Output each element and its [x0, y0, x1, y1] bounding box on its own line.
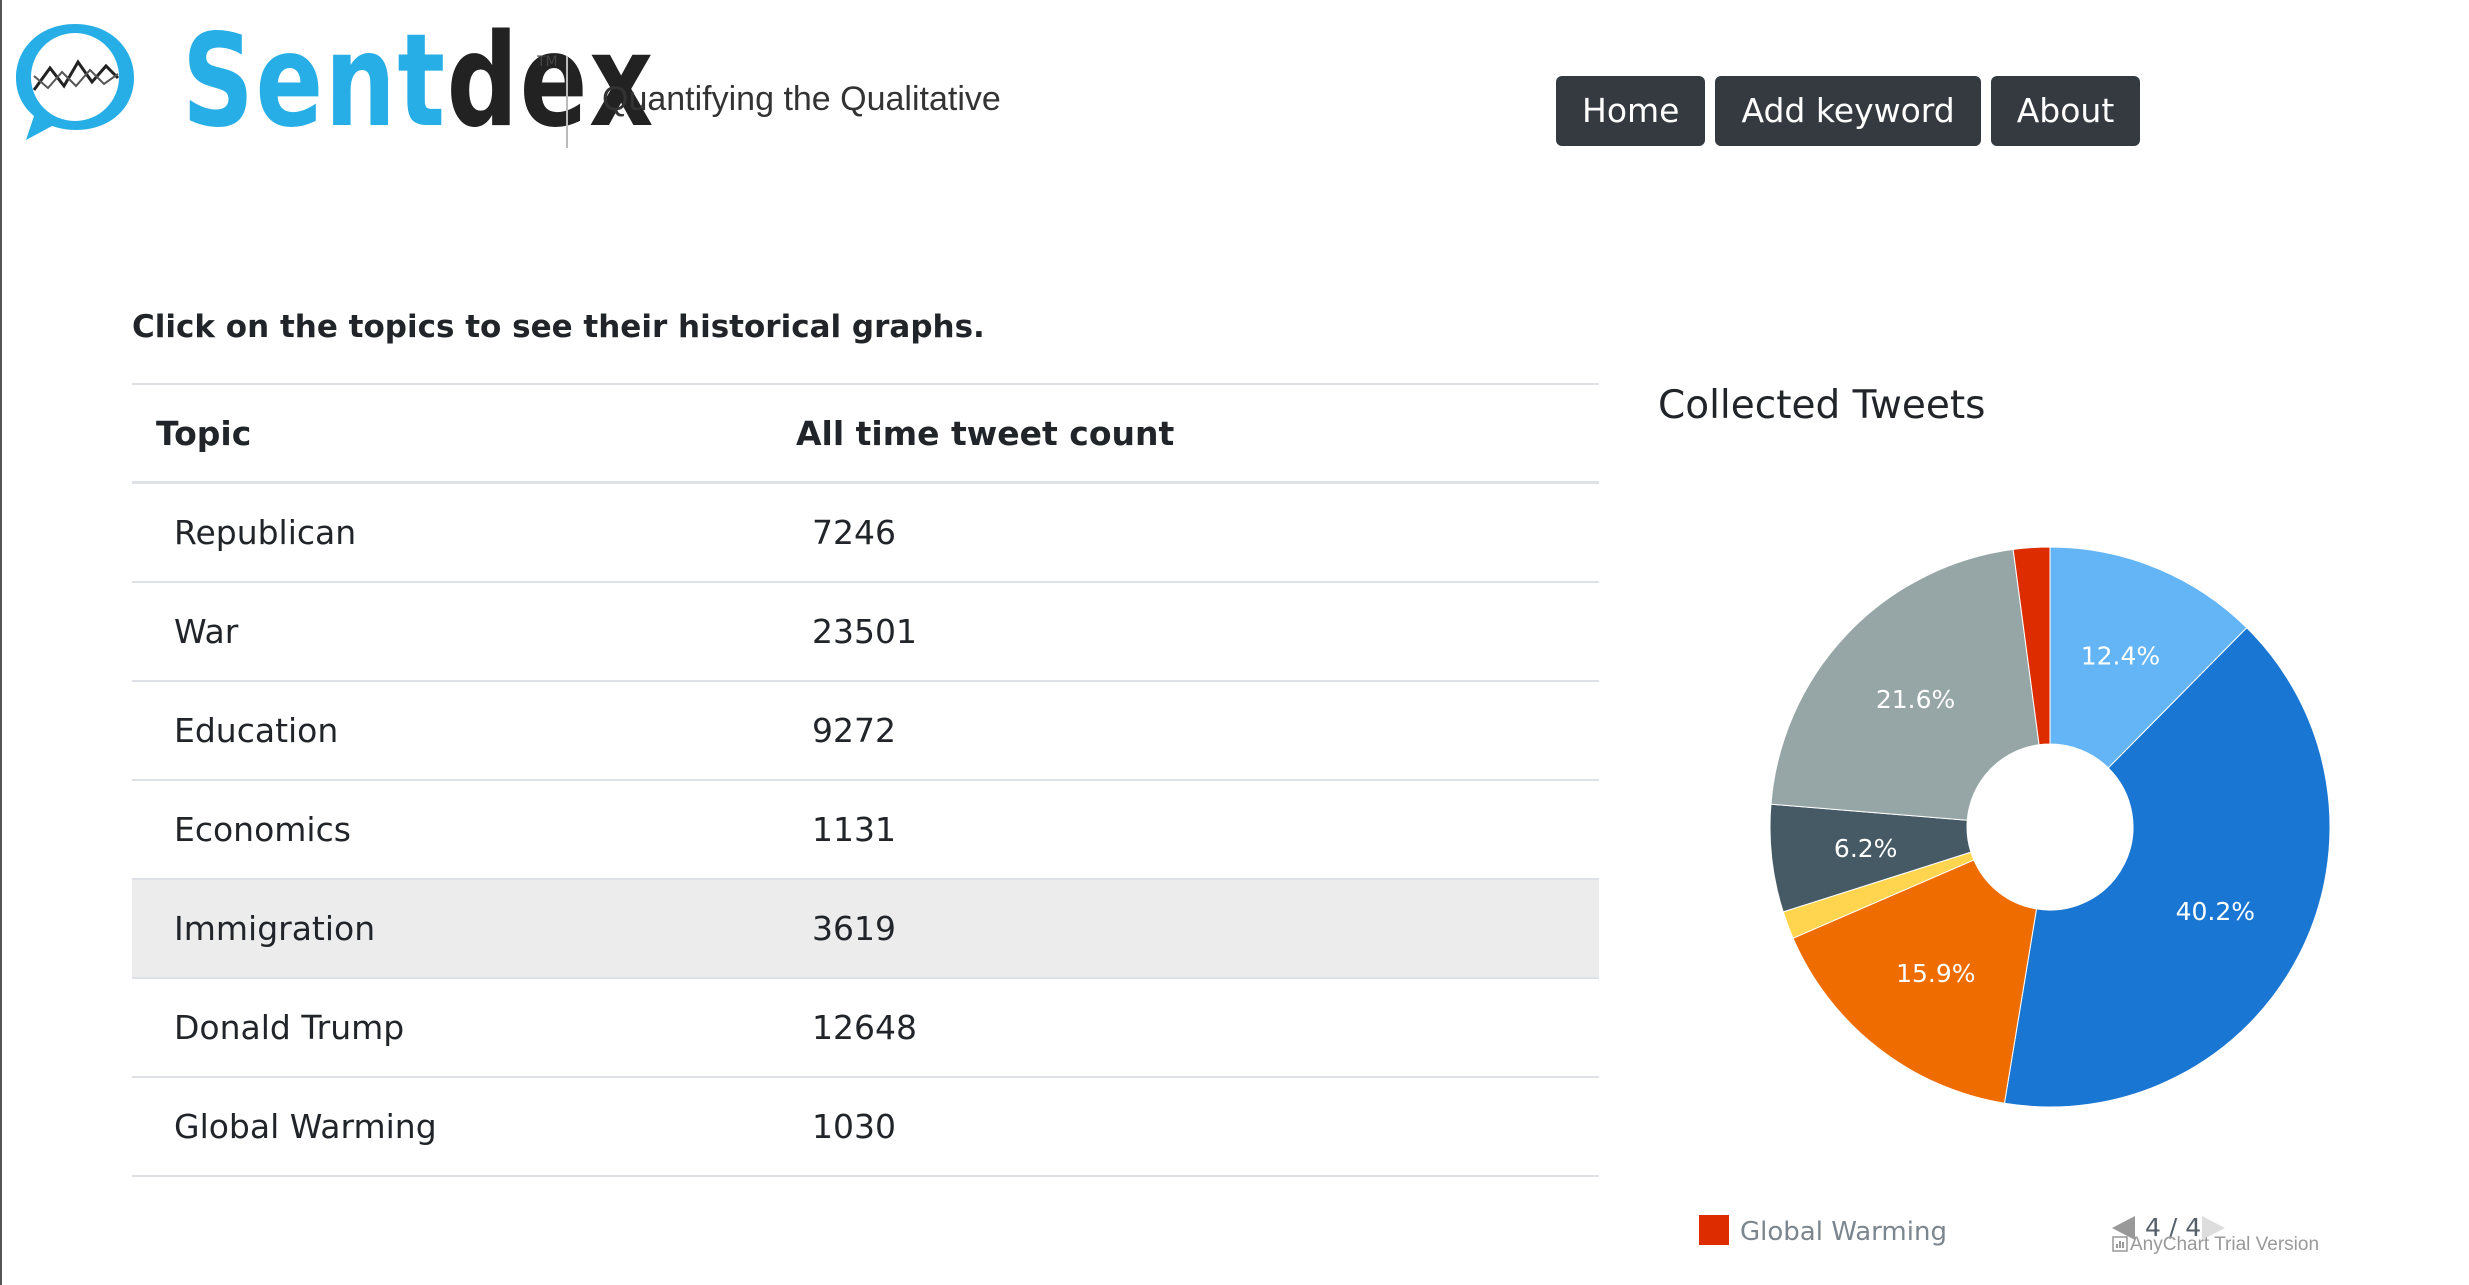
column-header-count: All time tweet count	[796, 383, 1599, 484]
nav-about-button[interactable]: About	[1990, 76, 2141, 146]
count-cell: 3619	[796, 879, 1599, 979]
donut-chart[interactable]: 12.4%40.2%15.9%6.2%21.6% Global Warming …	[1640, 480, 2460, 1270]
chart-credits[interactable]: AnyChart Trial Version	[2112, 1234, 2319, 1255]
table-row[interactable]: Republican 7246	[132, 482, 1599, 583]
tagline: Quantifying the Qualitative	[602, 80, 1001, 118]
count-cell: 7246	[796, 482, 1599, 583]
chat-bubble-chart-logo-icon	[16, 24, 134, 140]
count-cell: 1131	[796, 780, 1599, 880]
pie-slice-label-1: 40.2%	[2176, 897, 2255, 926]
pie-slice-label-4: 6.2%	[1834, 834, 1898, 863]
count-cell: 1030	[796, 1077, 1599, 1177]
count-cell: 12648	[796, 978, 1599, 1078]
table-header-row: Topic All time tweet count	[132, 383, 1599, 484]
site-logo[interactable]: Sentdex TM Quantifying the Qualitative	[10, 10, 1010, 152]
nav-add-keyword-button[interactable]: Add keyword	[1715, 76, 1981, 146]
table-row[interactable]: War 23501	[132, 582, 1599, 682]
table-row[interactable]: Donald Trump 12648	[132, 978, 1599, 1078]
page-left-border	[0, 0, 2, 1285]
topic-cell[interactable]: Donald Trump	[132, 978, 796, 1078]
chart-title: Collected Tweets	[1658, 383, 1986, 428]
table-row[interactable]: Education 9272	[132, 681, 1599, 781]
legend-label-global-warming[interactable]: Global Warming	[1740, 1217, 1947, 1247]
topic-cell[interactable]: War	[132, 582, 796, 682]
topic-cell[interactable]: Education	[132, 681, 796, 781]
topics-table: Topic All time tweet count Republican 72…	[132, 383, 1599, 1177]
topic-cell[interactable]: Economics	[132, 780, 796, 880]
topic-cell[interactable]: Global Warming	[132, 1077, 796, 1177]
table-row-hovered[interactable]: Immigration 3619	[132, 879, 1599, 979]
nav-home-button[interactable]: Home	[1556, 76, 1706, 146]
legend-swatch	[1699, 1215, 1729, 1245]
chart-credits-text: AnyChart Trial Version	[2130, 1234, 2319, 1255]
table-row[interactable]: Economics 1131	[132, 780, 1599, 880]
topic-cell[interactable]: Republican	[132, 482, 796, 583]
pie-slices	[1769, 546, 2331, 1108]
count-cell: 23501	[796, 582, 1599, 682]
pie-slice-label-0: 12.4%	[2081, 641, 2160, 670]
brand-name: Sentdex	[182, 12, 655, 152]
top-nav: Home Add keyword About	[1556, 76, 2141, 146]
pie-slice-label-5: 21.6%	[1876, 685, 1955, 714]
table-row[interactable]: Global Warming 1030	[132, 1077, 1599, 1177]
topic-cell[interactable]: Immigration	[132, 879, 796, 979]
instructions-text: Click on the topics to see their histori…	[132, 309, 985, 345]
pie-slice-label-2: 15.9%	[1896, 959, 1975, 988]
count-cell: 9272	[796, 681, 1599, 781]
brand-name-part1: Sent	[182, 7, 447, 156]
brand-divider	[566, 56, 568, 148]
column-header-topic: Topic	[132, 383, 796, 484]
trademark-mark: TM	[537, 54, 558, 70]
